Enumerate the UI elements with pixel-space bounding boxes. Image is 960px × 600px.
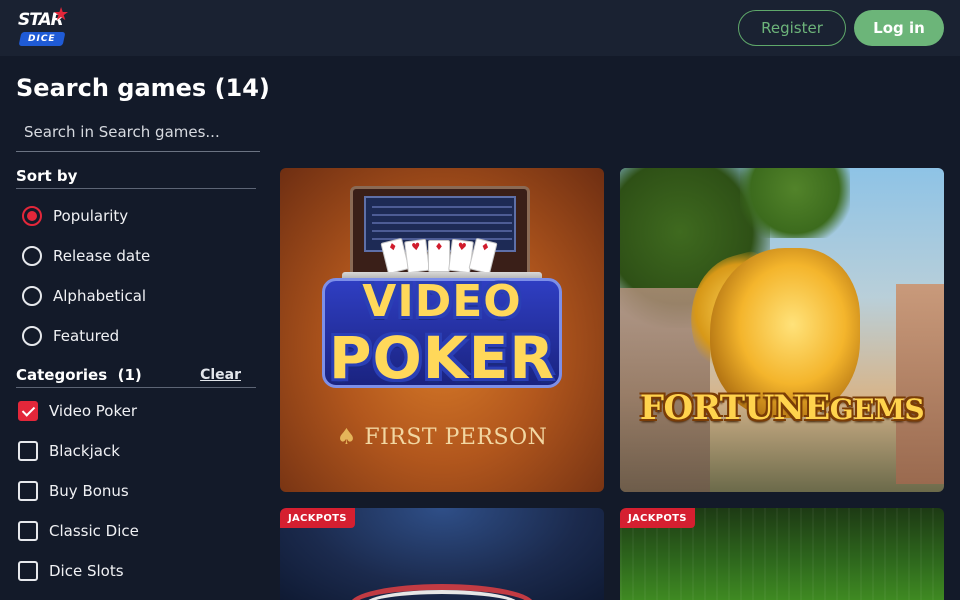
game-title-line1: VIDEO (362, 276, 522, 327)
categories-header: Categories (1) Clear (16, 366, 256, 388)
logo-dice-badge: DICE (18, 32, 66, 46)
radio-selected-icon[interactable] (22, 206, 42, 226)
sort-option-label: Alphabetical (53, 287, 147, 305)
clear-categories-link[interactable]: Clear (200, 367, 241, 383)
sort-option-alphabetical[interactable]: Alphabetical (22, 284, 146, 308)
category-buy-bonus[interactable]: Buy Bonus (18, 479, 129, 503)
search-input[interactable] (16, 112, 260, 151)
jackpots-badge: JACKPOTS (280, 508, 355, 528)
game-tile-fortune-gems[interactable]: FORTUNEGEMS (620, 168, 944, 492)
category-dice-slots[interactable]: Dice Slots (18, 559, 124, 583)
category-label: Video Poker (49, 402, 138, 420)
game-title-line2: POKER (328, 324, 556, 392)
checkbox-icon[interactable] (18, 441, 38, 461)
game-tile-video-poker[interactable]: ♦ ♥ ♦ ♥ ♦ VIDEO POKER ♠ FIRST PERSON (280, 168, 604, 492)
page-title: Search games (14) (16, 74, 270, 102)
spade-icon: ♠ (336, 424, 357, 450)
checkbox-icon[interactable] (18, 521, 38, 541)
star-dice-logo[interactable]: STAR ★ DICE (17, 4, 70, 48)
game-tile-jackpot-2[interactable]: JACKPOTS (620, 508, 944, 600)
game-title-word1: FORTUNE (639, 388, 830, 428)
game-title: FORTUNEGEMS (620, 388, 944, 428)
checkbox-checked-icon[interactable] (18, 401, 38, 421)
game-tile-jackpot-1[interactable]: JACKPOTS (280, 508, 604, 600)
category-label: Dice Slots (49, 562, 124, 580)
temple-art (896, 284, 944, 484)
login-button[interactable]: Log in (854, 10, 944, 46)
provider-line: ♠ FIRST PERSON (280, 424, 604, 450)
sort-by-header: Sort by (16, 167, 256, 189)
category-blackjack[interactable]: Blackjack (18, 439, 120, 463)
sort-option-featured[interactable]: Featured (22, 324, 119, 348)
category-classic-dice[interactable]: Classic Dice (18, 519, 139, 543)
category-label: Buy Bonus (49, 482, 129, 500)
tree-art (740, 168, 850, 238)
top-header: STAR ★ DICE Register Log in (0, 0, 960, 56)
radio-icon[interactable] (22, 326, 42, 346)
radio-icon[interactable] (22, 246, 42, 266)
sort-option-release-date[interactable]: Release date (22, 244, 150, 268)
sort-option-label: Featured (53, 327, 120, 345)
categories-label: Categories (1) (16, 366, 142, 384)
category-video-poker[interactable]: Video Poker (18, 399, 137, 423)
sort-option-label: Popularity (53, 207, 129, 225)
jackpots-badge: JACKPOTS (620, 508, 695, 528)
checkbox-icon[interactable] (18, 561, 38, 581)
game-title-word2: GEMS (829, 393, 925, 426)
radio-icon[interactable] (22, 286, 42, 306)
sort-option-label: Release date (53, 247, 151, 265)
logo-dice-text: DICE (28, 34, 56, 44)
category-label: Classic Dice (49, 522, 139, 540)
provider-label: FIRST PERSON (364, 425, 548, 450)
sort-by-label: Sort by (16, 167, 78, 185)
checkbox-icon[interactable] (18, 481, 38, 501)
search-field (16, 112, 260, 152)
register-button[interactable]: Register (738, 10, 846, 46)
star-icon: ★ (53, 4, 70, 25)
category-label: Blackjack (49, 442, 120, 460)
sort-option-popularity[interactable]: Popularity (22, 204, 128, 228)
